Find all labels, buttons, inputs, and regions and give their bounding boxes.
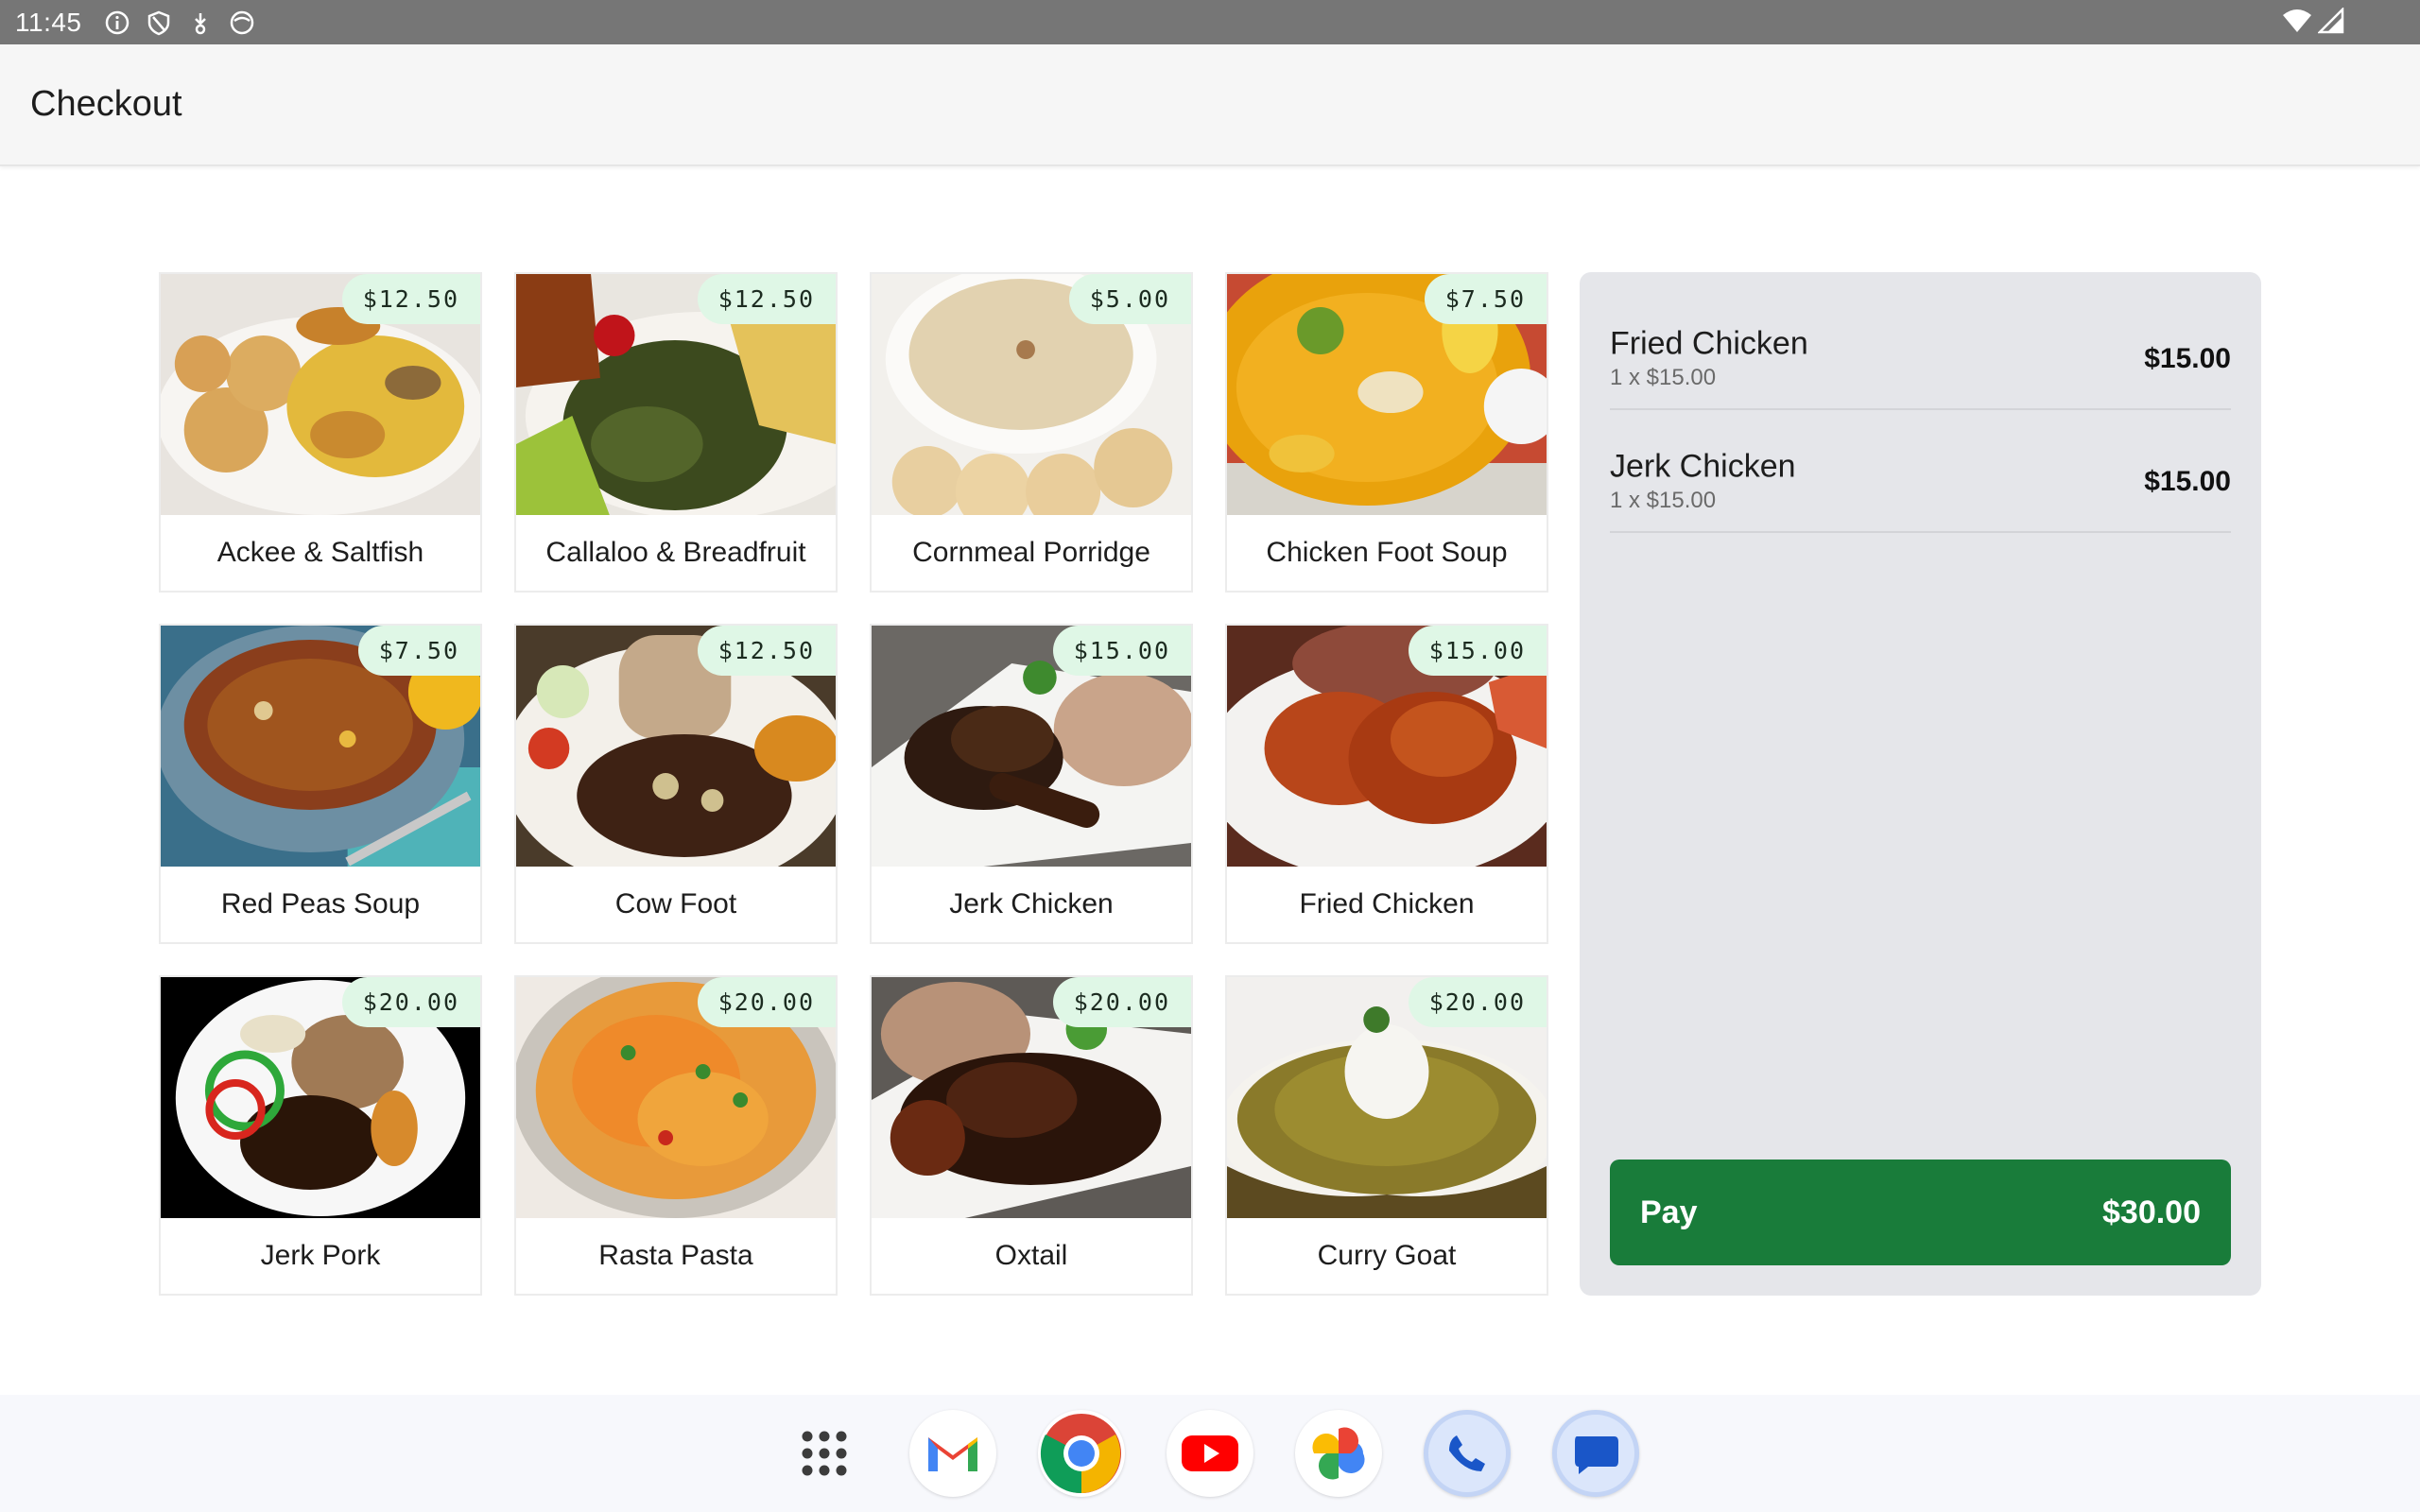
cart-item-quantity: 1 x $15.00: [1610, 365, 1717, 390]
pay-button[interactable]: Pay $30.00: [1610, 1160, 2231, 1265]
product-grid: $12.50 Ackee & Saltfish $12.50 Callaloo …: [159, 272, 1548, 1296]
product-name: Cornmeal Porridge: [912, 537, 1150, 568]
page-title: Checkout: [30, 84, 182, 124]
product-card-curry-goat[interactable]: $20.00 Curry Goat: [1225, 975, 1548, 1296]
youtube-icon[interactable]: [1167, 1410, 1253, 1497]
status-time: 11:45: [15, 7, 82, 37]
mask-icon: [228, 9, 256, 37]
product-name: Red Peas Soup: [220, 888, 421, 919]
product-name: Jerk Chicken: [949, 888, 1114, 919]
cart-panel: Fried Chicken 1 x $15.00 $15.00 Jerk Chi…: [1580, 272, 2261, 1296]
product-card-cow-foot[interactable]: $12.50 Cow Foot: [514, 624, 838, 944]
price-badge: $7.50: [357, 626, 480, 676]
photos-icon[interactable]: [1295, 1410, 1382, 1497]
info-icon: [103, 9, 131, 37]
price-badge: $7.50: [1424, 274, 1547, 324]
app-bar: Checkout: [0, 44, 2420, 166]
product-card-fried-chicken[interactable]: $15.00 Fried Chicken: [1225, 624, 1548, 944]
product-card-jerk-pork[interactable]: $20.00 Jerk Pork: [159, 975, 482, 1296]
shield-icon: [145, 9, 173, 37]
product-name: Cow Foot: [614, 888, 737, 919]
product-card-callaloo-breadfruit[interactable]: $12.50 Callaloo & Breadfruit: [514, 272, 838, 593]
cart-item[interactable]: Fried Chicken 1 x $15.00 $15.00: [1610, 287, 2231, 410]
price-badge: $20.00: [1408, 977, 1547, 1027]
price-badge: $15.00: [1052, 626, 1191, 676]
cart-item-name: Jerk Chicken: [1610, 448, 1796, 485]
cart-item-total: $15.00: [2144, 466, 2231, 497]
product-card-ackee-saltfish[interactable]: $12.50 Ackee & Saltfish: [159, 272, 482, 593]
cart-item-total: $15.00: [2144, 343, 2231, 374]
price-badge: $15.00: [1408, 626, 1547, 676]
product-name: Ackee & Saltfish: [216, 537, 424, 568]
price-badge: $12.50: [341, 274, 480, 324]
chrome-icon[interactable]: [1038, 1410, 1125, 1497]
phone-icon[interactable]: [1424, 1410, 1511, 1497]
product-card-cornmeal-porridge[interactable]: $5.00 Cornmeal Porridge: [870, 272, 1193, 593]
app-dock: [0, 1395, 2420, 1512]
cart-item-name: Fried Chicken: [1610, 325, 1808, 362]
cart-item[interactable]: Jerk Chicken 1 x $15.00 $15.00: [1610, 410, 2231, 533]
messages-icon[interactable]: [1552, 1410, 1639, 1497]
gmail-icon[interactable]: [909, 1410, 996, 1497]
app-drawer-icon[interactable]: [781, 1410, 868, 1497]
price-badge: $20.00: [697, 977, 836, 1027]
product-name: Fried Chicken: [1299, 888, 1475, 919]
cart-items: Fried Chicken 1 x $15.00 $15.00 Jerk Chi…: [1610, 287, 2231, 533]
price-badge: $12.50: [697, 626, 836, 676]
cart-item-quantity: 1 x $15.00: [1610, 488, 1717, 513]
price-badge: $20.00: [341, 977, 480, 1027]
product-name: Callaloo & Breadfruit: [545, 537, 806, 568]
product-name: Rasta Pasta: [598, 1240, 753, 1271]
product-name: Jerk Pork: [260, 1240, 381, 1271]
product-name: Oxtail: [994, 1240, 1068, 1271]
signal-icon: [2316, 6, 2344, 39]
status-right: [2282, 6, 2344, 39]
product-name: Chicken Foot Soup: [1266, 537, 1508, 568]
price-badge: $5.00: [1068, 274, 1191, 324]
product-card-oxtail[interactable]: $20.00 Oxtail: [870, 975, 1193, 1296]
wifi-icon: [2282, 8, 2312, 39]
pay-label: Pay: [1640, 1194, 1698, 1230]
download-icon: [186, 9, 215, 37]
price-badge: $12.50: [697, 274, 836, 324]
product-card-jerk-chicken[interactable]: $15.00 Jerk Chicken: [870, 624, 1193, 944]
product-card-chicken-foot-soup[interactable]: $7.50 Chicken Foot Soup: [1225, 272, 1548, 593]
status-bar: 11:45: [0, 0, 2420, 44]
status-icons: [103, 9, 256, 37]
price-badge: $20.00: [1052, 977, 1191, 1027]
product-name: Curry Goat: [1317, 1240, 1457, 1271]
product-card-red-peas-soup[interactable]: $7.50 Red Peas Soup: [159, 624, 482, 944]
product-card-rasta-pasta[interactable]: $20.00 Rasta Pasta: [514, 975, 838, 1296]
pay-total: $30.00: [2102, 1194, 2201, 1230]
